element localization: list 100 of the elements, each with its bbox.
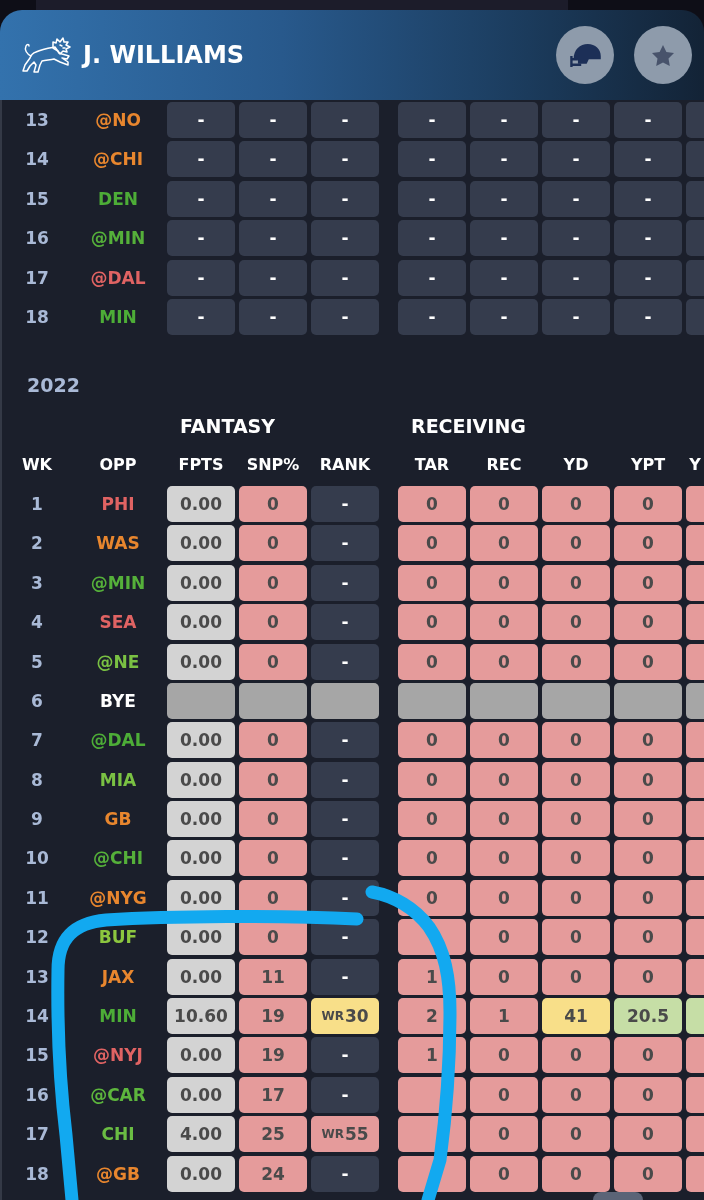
stat-cell: -	[311, 180, 379, 217]
stat-cell: 0	[542, 643, 610, 680]
column-header: WK	[21, 455, 52, 475]
stat-cell: -	[167, 102, 235, 138]
stat-cell: -	[311, 643, 379, 680]
stat-cell: -	[470, 102, 538, 138]
stat-cell: 0	[470, 1076, 538, 1113]
stat-cell: 0	[239, 525, 307, 562]
week-number: 16	[25, 228, 49, 249]
stat-cell: -	[167, 141, 235, 178]
stat-cell: -	[167, 298, 235, 335]
stat-cell: 0	[470, 1155, 538, 1192]
stat-cell: WR55	[311, 1116, 379, 1153]
stat-cell: -	[311, 298, 379, 335]
stat-cell: 0	[470, 564, 538, 601]
stat-cell: 0	[239, 722, 307, 759]
week-number: 10	[25, 848, 49, 869]
season-year: 2022	[27, 372, 80, 397]
column-header: FPTS	[178, 455, 224, 475]
opponent-team: @NE	[96, 651, 140, 672]
week-number: 14	[25, 1006, 49, 1027]
stat-cell: WR30	[311, 998, 379, 1035]
week-number: 16	[25, 1084, 49, 1105]
stat-cell: -	[311, 564, 379, 601]
stat-cell: -	[398, 220, 466, 257]
round-button[interactable]	[593, 1192, 643, 1200]
group-header: FANTASY	[180, 414, 276, 437]
opponent-team: @MIN	[90, 228, 146, 249]
stat-cell: 0	[398, 801, 466, 838]
opponent-team: PHI	[101, 493, 135, 514]
stat-cell: 0	[614, 801, 682, 838]
stat-cell: 0.00	[167, 1037, 235, 1074]
stat-cell: -	[470, 298, 538, 335]
stat-cell: 0	[542, 1037, 610, 1074]
stat-cell: 0.00	[167, 1076, 235, 1113]
opponent-team: @CHI	[93, 149, 143, 170]
opponent-team: @MIN	[90, 572, 146, 593]
opponent-team: MIN	[99, 306, 137, 327]
opponent-team: GB	[104, 809, 132, 830]
opponent-team: @DAL	[90, 730, 146, 751]
stat-cell: -	[614, 259, 682, 296]
stat-cell: 0	[542, 879, 610, 916]
helmet-button[interactable]	[556, 26, 614, 84]
lion-icon	[22, 36, 71, 74]
star-button[interactable]	[634, 26, 692, 84]
stat-cell: -	[614, 220, 682, 257]
stat-cell: 0	[470, 1116, 538, 1153]
stat-cell: 0	[398, 722, 466, 759]
stat-cell: 0	[239, 840, 307, 877]
opponent-team: CHI	[101, 1124, 135, 1145]
stat-cell: -	[311, 141, 379, 178]
stat-cell: 0	[239, 643, 307, 680]
stat-cell: -	[542, 259, 610, 296]
opponent-team: @GB	[96, 1163, 140, 1184]
stat-cell: 0	[542, 564, 610, 601]
stat-cell: 0	[398, 840, 466, 877]
stat-cell: -	[470, 141, 538, 178]
stat-cell: 0	[614, 1076, 682, 1113]
week-number: 12	[25, 927, 49, 948]
stat-cell: 0.00	[167, 761, 235, 798]
stat-cell: 0	[614, 840, 682, 877]
stat-cell: 0	[542, 919, 610, 956]
stat-cell: 0	[614, 1037, 682, 1074]
opponent-team: JAX	[101, 966, 135, 987]
stat-cell: 24	[239, 1155, 307, 1192]
stat-cell: 0	[542, 722, 610, 759]
stat-cell: 0	[614, 564, 682, 601]
stat-cell: 0.00	[167, 643, 235, 680]
column-header: REC	[486, 455, 522, 475]
stat-cell: 0	[239, 801, 307, 838]
stat-cell: 0	[542, 761, 610, 798]
column-header: RANK	[319, 455, 371, 475]
week-number: 18	[25, 306, 49, 327]
stat-cell: -	[239, 298, 307, 335]
stat-cell: 0	[470, 801, 538, 838]
week-number: 14	[25, 149, 49, 170]
stat-cell: -	[398, 298, 466, 335]
stat-cell: 0	[398, 604, 466, 641]
star-icon	[652, 44, 674, 66]
opponent-team: WAS	[96, 533, 140, 554]
stat-cell: 0.00	[167, 722, 235, 759]
stat-cell: 0	[614, 485, 682, 522]
stat-cell: 4.00	[167, 1116, 235, 1153]
group-header: RECEIVING	[411, 414, 526, 437]
stat-cell: 0	[470, 919, 538, 956]
stat-cell: 25	[239, 1116, 307, 1153]
week-number: 13	[25, 110, 49, 130]
week-number: 13	[25, 966, 49, 987]
stat-cell: -	[239, 102, 307, 138]
opponent-team: @CHI	[93, 848, 143, 869]
stat-cell: 0	[542, 801, 610, 838]
opponent-team: DEN	[98, 188, 138, 209]
stat-cell: -	[311, 485, 379, 522]
stat-cell: -	[398, 259, 466, 296]
stat-cell: 0	[470, 485, 538, 522]
stat-cell: -	[614, 141, 682, 178]
stat-cell: -	[614, 180, 682, 217]
stat-cell: 0	[398, 643, 466, 680]
stat-cell: 0.00	[167, 840, 235, 877]
stat-cell: 0.00	[167, 1155, 235, 1192]
